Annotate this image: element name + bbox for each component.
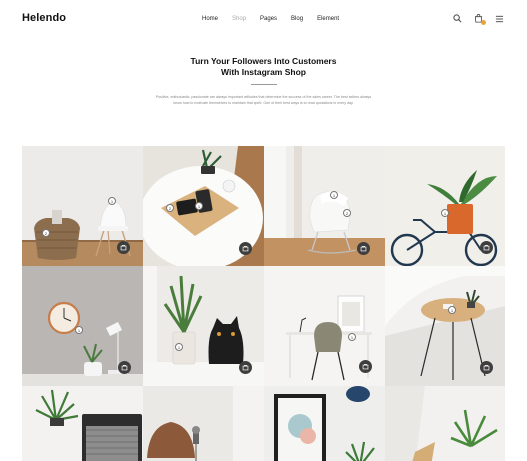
shop-bag-button[interactable]: [239, 361, 252, 374]
product-hotspot[interactable]: 1: [348, 333, 356, 341]
product-hotspot[interactable]: 2: [166, 204, 174, 212]
shop-bag-button[interactable]: [480, 241, 493, 254]
hero-description: Positive, enthusiastic, passionate are a…: [155, 95, 372, 105]
instagram-tile-plant-corner[interactable]: [385, 386, 505, 461]
nav-home[interactable]: Home: [202, 16, 218, 22]
instagram-tile-cat-plant[interactable]: 1: [143, 266, 264, 386]
product-hotspot[interactable]: 1: [75, 326, 83, 334]
product-hotspot[interactable]: 1: [441, 209, 449, 217]
cart-icon[interactable]: [473, 13, 486, 25]
nav-pages[interactable]: Pages: [260, 16, 277, 22]
instagram-tile-framed-poster[interactable]: [264, 386, 385, 461]
product-hotspot[interactable]: 1: [195, 202, 203, 210]
site-header: Helendo Home Shop Pages Blog Element: [0, 0, 527, 38]
product-hotspot[interactable]: 1: [448, 306, 456, 314]
product-hotspot[interactable]: 2: [42, 229, 50, 237]
hero-title-line1: Turn Your Followers Into Customers: [190, 56, 337, 66]
hero-divider: [250, 84, 277, 85]
nav-shop[interactable]: Shop: [232, 16, 246, 22]
brand-logo[interactable]: Helendo: [22, 12, 66, 24]
nav-blog[interactable]: Blog: [291, 16, 303, 22]
header-actions: [442, 13, 505, 25]
shop-bag-button[interactable]: [117, 241, 130, 254]
instagram-tile-bicycle-plant[interactable]: 1: [385, 146, 505, 266]
instagram-tile-round-table[interactable]: 1 2: [143, 146, 264, 266]
instagram-tile-armchair[interactable]: 1 2: [264, 146, 385, 266]
tile-image: [143, 386, 264, 461]
instagram-tile-white-chair[interactable]: 1 2: [22, 146, 143, 266]
product-hotspot[interactable]: 2: [343, 209, 351, 217]
product-hotspot[interactable]: 1: [330, 191, 338, 199]
main-nav: Home Shop Pages Blog Element: [202, 16, 353, 22]
nav-element[interactable]: Element: [317, 16, 339, 22]
instagram-tile-wall-clock[interactable]: 1: [22, 266, 143, 386]
product-hotspot[interactable]: 1: [108, 197, 116, 205]
cart-count-badge: [481, 20, 486, 25]
search-icon[interactable]: [452, 13, 463, 24]
product-hotspot[interactable]: 1: [175, 343, 183, 351]
instagram-tile-desk-chair[interactable]: 1: [264, 266, 385, 386]
shop-bag-button[interactable]: [239, 242, 252, 255]
menu-icon[interactable]: [494, 13, 505, 24]
tile-image: [22, 386, 143, 461]
shop-bag-button[interactable]: [357, 242, 370, 255]
instagram-tile-side-table[interactable]: 1: [385, 266, 505, 386]
instagram-grid: 1 2 1 2 1 2 1 1 1 1 1: [22, 146, 505, 461]
hero-section: Turn Your Followers Into Customers With …: [0, 56, 527, 106]
shop-bag-button[interactable]: [359, 360, 372, 373]
tile-image: [264, 386, 385, 461]
tile-image: [385, 386, 505, 461]
shop-bag-button[interactable]: [118, 361, 131, 374]
instagram-tile-laptop-plant[interactable]: [22, 386, 143, 461]
instagram-tile-brown-chair[interactable]: [143, 386, 264, 461]
shop-bag-button[interactable]: [480, 361, 493, 374]
hero-title-line2: With Instagram Shop: [221, 67, 306, 77]
